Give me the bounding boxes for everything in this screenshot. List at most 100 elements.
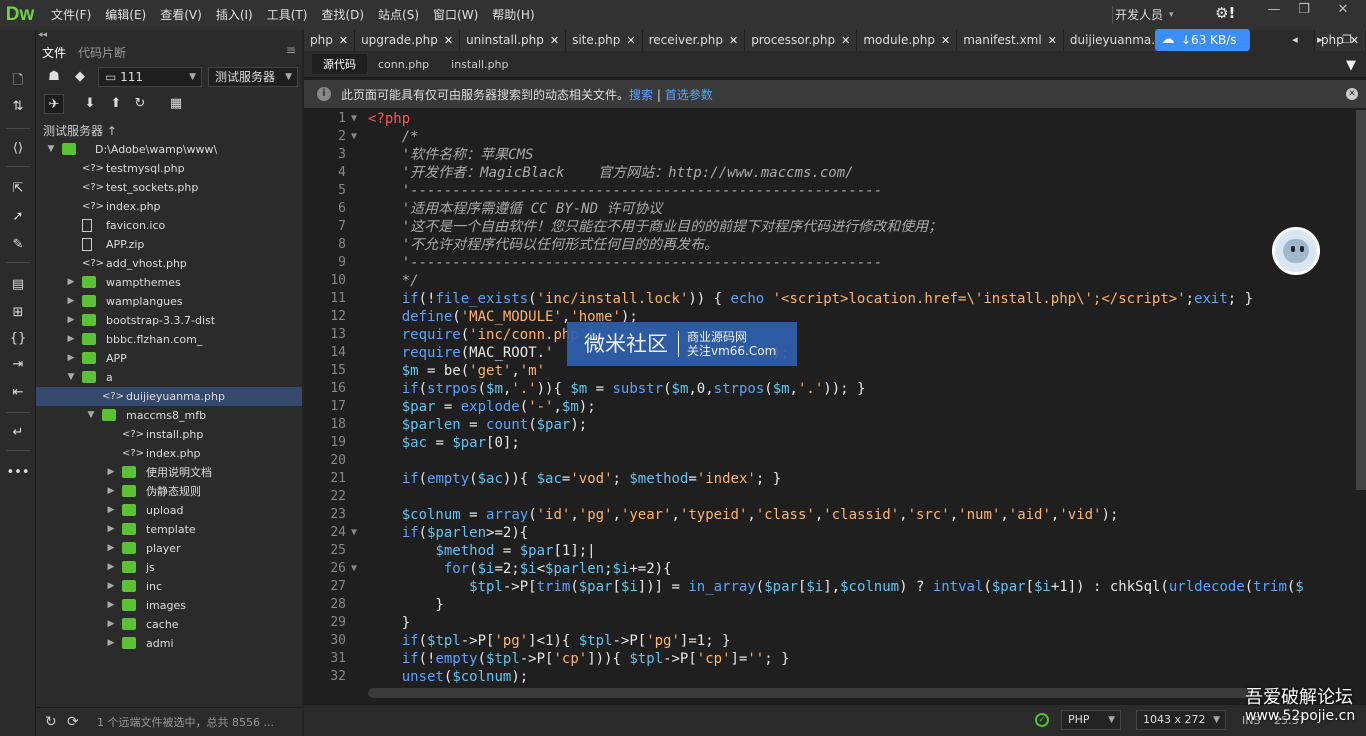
connect-icon[interactable]: ☗ xyxy=(44,67,64,87)
tree-item[interactable]: ▶ 使用说明文档 xyxy=(36,463,302,482)
chevron-right-icon[interactable]: ▶ xyxy=(106,520,116,539)
braces-icon[interactable]: {} xyxy=(6,328,30,350)
close-icon[interactable]: ✕ xyxy=(1048,30,1057,51)
chevron-down-icon[interactable]: ▼ xyxy=(86,406,96,425)
tree-item[interactable]: ▶ wamplangues xyxy=(36,292,302,311)
refresh-icon[interactable]: ↻ xyxy=(45,714,63,730)
chevron-right-icon[interactable]: ▶ xyxy=(106,577,116,596)
document-tab[interactable]: php ✕ xyxy=(304,30,356,51)
tree-item[interactable]: ▶ cache xyxy=(36,615,302,634)
document-tab[interactable]: module.php ✕ xyxy=(857,30,958,51)
tree-item[interactable]: ▶ bbbc.flzhan.com_ xyxy=(36,330,302,349)
chevron-right-icon[interactable]: ▶ xyxy=(106,558,116,577)
server-label[interactable]: 测试服务器 ↑ xyxy=(43,122,117,139)
server-select[interactable]: 测试服务器 ▼ xyxy=(208,67,298,87)
close-icon[interactable]: ✕ xyxy=(339,30,348,51)
gear-icon[interactable]: ⚙! xyxy=(1215,4,1235,22)
wrap-icon[interactable]: ↵ xyxy=(6,422,30,444)
tree-item[interactable]: ▶ wampthemes xyxy=(36,273,302,292)
preferences-link[interactable]: 首选参数 xyxy=(665,88,713,102)
new-file-icon[interactable]: 🗋 xyxy=(6,70,30,92)
put-icon[interactable]: ⬆ xyxy=(106,94,126,114)
get-icon[interactable]: ⬇ xyxy=(80,94,100,114)
tree-item[interactable]: ▶ player xyxy=(36,539,302,558)
close-icon[interactable]: ✕ xyxy=(941,30,950,51)
tab-controls[interactable]: ◂ ▸ ❐ xyxy=(1292,33,1360,46)
tab-files[interactable]: 文件 xyxy=(36,44,72,61)
select-tool-icon[interactable]: ⇱ xyxy=(6,178,30,200)
expand-icon[interactable]: ✈ xyxy=(44,94,64,114)
document-tab[interactable]: upgrade.php ✕ xyxy=(355,30,461,51)
maximize-button[interactable]: ❐ xyxy=(1289,0,1319,22)
menu-item[interactable]: 窗口(W) xyxy=(426,0,485,30)
brush-icon[interactable]: ✎ xyxy=(6,234,30,256)
git-icon[interactable]: ◆ xyxy=(70,67,90,87)
refresh-icon[interactable]: ↻ xyxy=(130,94,150,114)
code-view-icon[interactable]: ⟨⟩ xyxy=(6,138,30,160)
collapse-icon[interactable]: ◂◂ xyxy=(38,30,47,40)
tree-item[interactable]: ▶ 伪静态规则 xyxy=(36,482,302,501)
window-size-select[interactable]: 1043 x 272 ▼ xyxy=(1136,710,1226,730)
outdent-icon[interactable]: ⇤ xyxy=(6,382,30,404)
document-tab[interactable]: receiver.php ✕ xyxy=(643,30,746,51)
tree-item[interactable]: ▶ images xyxy=(36,596,302,615)
document-tab[interactable]: site.php ✕ xyxy=(566,30,643,51)
tree-item[interactable]: <?> testmysql.php xyxy=(36,159,302,178)
fold-arrow-icon[interactable]: ▼ xyxy=(351,560,357,578)
close-icon[interactable]: ✕ xyxy=(550,30,559,51)
tree-item[interactable]: ▶ js xyxy=(36,558,302,577)
tree-item[interactable]: <?> duijieyuanma.php xyxy=(36,387,302,406)
site-select[interactable]: ▭ 111 ▼ xyxy=(98,67,202,87)
tree-item[interactable]: ▼ maccms8_mfb xyxy=(36,406,302,425)
tree-item[interactable]: <?> index.php xyxy=(36,444,302,463)
chevron-down-icon[interactable]: ▼ xyxy=(66,368,76,387)
document-tab[interactable]: manifest.xml ✕ xyxy=(957,30,1064,51)
chevron-down-icon[interactable]: ▼ xyxy=(46,140,56,159)
tree-item[interactable]: ▶ bootstrap-3.3.7-dist xyxy=(36,311,302,330)
chevron-right-icon[interactable]: ▶ xyxy=(66,330,76,349)
chevron-right-icon[interactable]: ▶ xyxy=(106,634,116,653)
chevron-right-icon[interactable]: ▶ xyxy=(66,292,76,311)
menu-item[interactable]: 编辑(E) xyxy=(98,0,153,30)
panel-menu-icon[interactable]: ≡ xyxy=(286,43,296,57)
menu-item[interactable]: 文件(F) xyxy=(44,0,98,30)
tab-source-code[interactable]: 源代码 xyxy=(312,54,367,74)
menu-item[interactable]: 工具(T) xyxy=(260,0,315,30)
close-icon[interactable]: ✕ xyxy=(1346,88,1358,100)
log-icon[interactable]: ⟳ xyxy=(67,714,85,730)
chevron-right-icon[interactable]: ▶ xyxy=(106,482,116,501)
more-icon[interactable]: ••• xyxy=(6,462,30,484)
minimize-button[interactable]: — xyxy=(1259,0,1289,22)
tab-install-php[interactable]: install.php xyxy=(440,56,519,73)
chevron-right-icon[interactable]: ▶ xyxy=(66,273,76,292)
menu-item[interactable]: 查看(V) xyxy=(153,0,209,30)
close-icon[interactable]: ✕ xyxy=(729,30,738,51)
menu-item[interactable]: 站点(S) xyxy=(371,0,426,30)
tree-item[interactable]: favicon.ico xyxy=(36,216,302,235)
fold-arrow-icon[interactable]: ▼ xyxy=(351,524,357,542)
workspace-switcher[interactable]: 开发人员 ▾ xyxy=(1112,0,1174,30)
tree-item[interactable]: <?> install.php xyxy=(36,425,302,444)
menu-item[interactable]: 帮助(H) xyxy=(485,0,541,30)
tab-snippets[interactable]: 代码片断 xyxy=(72,44,132,61)
fold-arrow-icon[interactable]: ▼ xyxy=(351,110,357,128)
transfer-icon[interactable]: ⇅ xyxy=(6,96,30,118)
filter-icon[interactable]: ▼ xyxy=(1346,58,1356,73)
tree-item[interactable]: ▶ APP xyxy=(36,349,302,368)
close-button[interactable]: ✕ xyxy=(1325,0,1361,22)
tree-item[interactable]: <?> test_sockets.php xyxy=(36,178,302,197)
vertical-scrollbar[interactable] xyxy=(1356,110,1366,690)
tree-item[interactable]: ▼ D:\Adobe\wamp\www\ xyxy=(36,140,302,159)
tree-item[interactable]: ▶ upload xyxy=(36,501,302,520)
chevron-right-icon[interactable]: ▶ xyxy=(106,501,116,520)
close-icon[interactable]: ✕ xyxy=(444,30,453,51)
tree-item[interactable]: ▶ template xyxy=(36,520,302,539)
chevron-right-icon[interactable]: ▶ xyxy=(106,596,116,615)
comment-icon[interactable]: ▤ xyxy=(6,274,30,296)
close-icon[interactable]: ✕ xyxy=(626,30,635,51)
document-tab[interactable]: processor.php ✕ xyxy=(745,30,858,51)
snippet-icon[interactable]: ⊞ xyxy=(6,302,30,324)
tree-item[interactable]: <?> index.php xyxy=(36,197,302,216)
assistant-avatar[interactable] xyxy=(1272,227,1320,275)
pointer-icon[interactable]: ➚ xyxy=(6,206,30,228)
